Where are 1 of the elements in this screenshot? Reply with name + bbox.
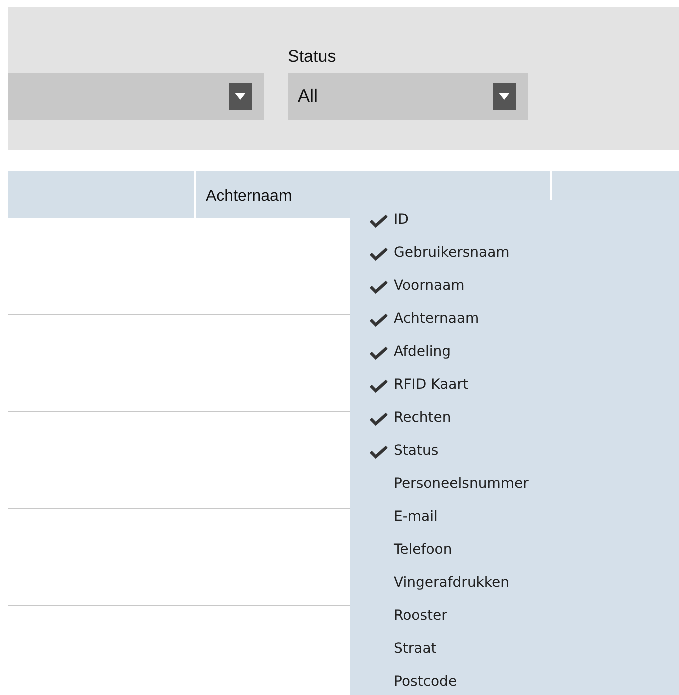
filter-label: Status — [288, 46, 338, 68]
